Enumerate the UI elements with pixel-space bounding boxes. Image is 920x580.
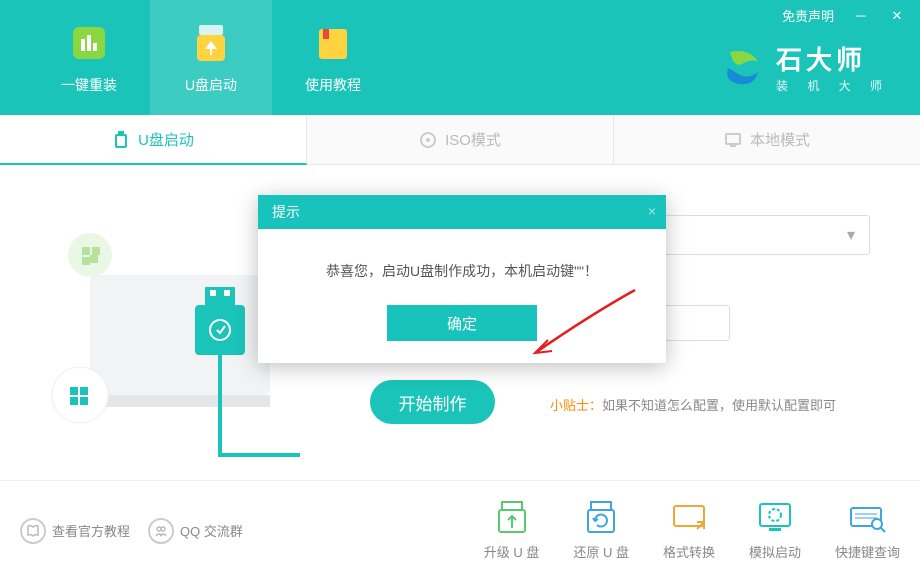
brand-title: 石大师 [776, 40, 890, 77]
action-label: 升级 U 盘 [484, 542, 540, 561]
header-controls: 免责声明 ─ ✕ [768, 0, 920, 31]
disclaimer-link[interactable]: 免责声明 [782, 6, 834, 25]
dialog-close-icon[interactable]: × [648, 203, 656, 219]
brand: 石大师 装 机 大 师 [720, 40, 890, 94]
tip-label: 小贴士： [550, 398, 602, 413]
monitor-icon [724, 131, 742, 149]
tab-label: 一键重装 [61, 75, 117, 95]
start-button[interactable]: 开始制作 [370, 380, 495, 424]
subtab-label: ISO模式 [445, 129, 501, 150]
convert-icon [669, 500, 709, 534]
footer: 查看官方教程 QQ 交流群 升级 U 盘 还原 U 盘 格式转换 模拟启动 快捷… [0, 480, 920, 580]
tab-reinstall[interactable]: 一键重装 [28, 0, 150, 115]
dialog-header: 提示 × [258, 195, 666, 229]
subtab-iso[interactable]: ISO模式 [307, 115, 614, 165]
reinstall-icon [67, 21, 111, 65]
restore-icon [581, 500, 621, 534]
format-convert-button[interactable]: 格式转换 [663, 500, 715, 561]
subtab-usb[interactable]: U盘启动 [0, 115, 307, 165]
tip-text: 小贴士：如果不知道怎么配置，使用默认配置即可 [550, 395, 836, 414]
link-label: QQ 交流群 [180, 521, 243, 540]
subtabs: U盘启动 ISO模式 本地模式 [0, 115, 920, 165]
tutorial-icon [311, 21, 355, 65]
success-dialog: 提示 × 恭喜您，启动U盘制作成功，本机启动键""！ 确定 [258, 195, 666, 363]
action-label: 格式转换 [663, 542, 715, 561]
subtab-local[interactable]: 本地模式 [614, 115, 920, 165]
action-label: 模拟启动 [749, 542, 801, 561]
close-icon[interactable]: ✕ [888, 8, 906, 24]
dialog-title: 提示 [272, 202, 300, 222]
link-label: 查看官方教程 [52, 521, 130, 540]
simulate-icon [755, 500, 795, 534]
tab-usb-boot[interactable]: U盘启动 [150, 0, 272, 115]
upgrade-usb-button[interactable]: 升级 U 盘 [484, 500, 540, 561]
subtab-label: 本地模式 [750, 129, 810, 150]
tab-label: 使用教程 [305, 75, 361, 95]
official-tutorial-link[interactable]: 查看官方教程 [20, 518, 130, 544]
book-icon [20, 518, 46, 544]
simulate-boot-button[interactable]: 模拟启动 [749, 500, 801, 561]
action-label: 快捷键查询 [835, 542, 900, 561]
dialog-message: 恭喜您，启动U盘制作成功，本机启动键""！ [258, 229, 666, 305]
tip-content: 如果不知道怎么配置，使用默认配置即可 [602, 398, 836, 413]
people-icon [148, 518, 174, 544]
action-label: 还原 U 盘 [573, 542, 629, 561]
iso-icon [419, 131, 437, 149]
header-tabs: 一键重装 U盘启动 使用教程 [0, 0, 394, 115]
keyboard-search-icon [847, 500, 887, 534]
brand-logo-icon [720, 44, 766, 90]
usb-icon [112, 130, 130, 148]
ok-button[interactable]: 确定 [387, 305, 537, 341]
chevron-down-icon: ▾ [847, 225, 855, 245]
tab-label: U盘启动 [185, 75, 237, 95]
subtab-label: U盘启动 [138, 129, 194, 150]
upgrade-icon [492, 500, 532, 534]
minimize-icon[interactable]: ─ [852, 8, 870, 23]
restore-usb-button[interactable]: 还原 U 盘 [573, 500, 629, 561]
qq-group-link[interactable]: QQ 交流群 [148, 518, 243, 544]
brand-subtitle: 装 机 大 师 [776, 77, 890, 94]
usb-boot-icon [189, 21, 233, 65]
hotkey-lookup-button[interactable]: 快捷键查询 [835, 500, 900, 561]
tab-tutorial[interactable]: 使用教程 [272, 0, 394, 115]
header: 一键重装 U盘启动 使用教程 免责声明 ─ ✕ 石大师 装 机 大 师 [0, 0, 920, 115]
